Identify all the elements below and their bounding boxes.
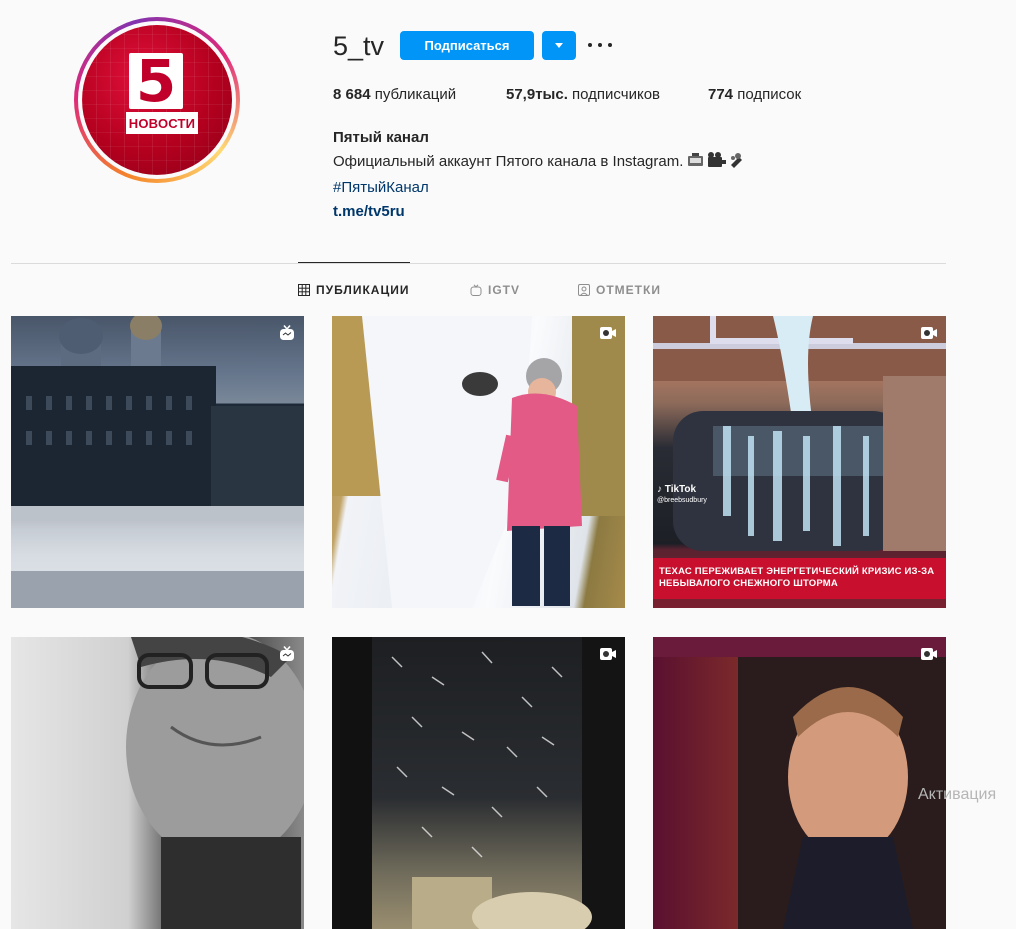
channel-logo-box: 5 — [129, 47, 183, 115]
more-options-button[interactable] — [588, 36, 612, 54]
posts-count: 8 684 — [333, 86, 371, 103]
following-count: 774 — [708, 86, 734, 103]
post-image-1 — [11, 316, 304, 608]
active-tab-indicator — [298, 262, 410, 263]
igtv-icon — [470, 284, 482, 296]
dot-icon — [608, 43, 612, 47]
followers-label: подписчиков — [572, 86, 661, 103]
post-thumbnail-1[interactable] — [11, 316, 304, 608]
profile-bio: Пятый канал Официальный аккаунт Пятого к… — [333, 126, 745, 224]
windows-activation-watermark: Активация — [918, 786, 997, 803]
post-thumbnail-4[interactable] — [11, 637, 304, 929]
tagged-icon — [578, 284, 590, 296]
channel-logo-number: 5 — [135, 47, 177, 115]
followers-stat[interactable]: 57,9тыс. подписчиков — [506, 86, 660, 103]
video-icon — [921, 648, 937, 660]
video-icon — [921, 327, 937, 339]
tab-posts[interactable]: ПУБЛИКАЦИИ — [298, 283, 409, 297]
emoji-icons — [687, 152, 745, 176]
post-caption-overlay: ТЕХАС ПЕРЕЖИВАЕТ ЭНЕРГЕТИЧЕСКИЙ КРИЗИС И… — [653, 558, 946, 599]
profile-description: Официальный аккаунт Пятого канала в Inst… — [333, 150, 745, 176]
profile-description-text: Официальный аккаунт Пятого канала в Inst… — [333, 153, 684, 170]
tiktok-handle: @breebsudbury — [657, 497, 707, 504]
tiktok-watermark: ♪ TikTok @breebsudbury — [657, 484, 707, 504]
profile-username: 5_tv — [333, 31, 385, 61]
channel-logo-text: НОВОСТИ — [126, 112, 198, 134]
follow-button[interactable]: Подписаться — [400, 31, 534, 60]
posts-label: публикаций — [374, 86, 457, 103]
post-image-5 — [332, 637, 625, 929]
avatar[interactable]: 5 НОВОСТИ — [82, 25, 232, 175]
profile-full-name: Пятый канал — [333, 129, 429, 146]
dot-icon — [598, 43, 602, 47]
tab-tagged-label: ОТМЕТКИ — [596, 283, 661, 297]
following-stat[interactable]: 774 подписок — [708, 86, 801, 103]
suggested-accounts-button[interactable] — [542, 31, 576, 60]
post-image-2 — [332, 316, 625, 608]
post-thumbnail-3[interactable]: ♪ TikTok @breebsudbury ТЕХАС ПЕРЕЖИВАЕТ … — [653, 316, 946, 608]
tab-igtv-label: IGTV — [488, 283, 521, 297]
profile-external-link[interactable]: t.me/tv5ru — [333, 200, 745, 224]
igtv-icon — [280, 324, 294, 340]
tabs-divider — [11, 263, 946, 264]
post-thumbnail-2[interactable] — [332, 316, 625, 608]
dot-icon — [588, 43, 592, 47]
tab-posts-label: ПУБЛИКАЦИИ — [316, 283, 410, 297]
video-icon — [600, 648, 616, 660]
grid-icon — [298, 284, 310, 296]
post-thumbnail-6[interactable] — [653, 637, 946, 929]
post-thumbnail-5[interactable] — [332, 637, 625, 929]
profile-hashtag-link[interactable]: #ПятыйКанал — [333, 176, 745, 200]
following-label: подписок — [737, 86, 802, 103]
tiktok-label: TikTok — [664, 484, 697, 495]
tab-igtv[interactable]: IGTV — [470, 283, 520, 297]
avatar-gap: 5 НОВОСТИ — [78, 21, 236, 179]
profile-avatar-ring[interactable]: 5 НОВОСТИ — [74, 17, 240, 183]
post-image-4 — [126, 637, 304, 929]
video-icon — [600, 327, 616, 339]
tiktok-icon: ♪ — [657, 484, 662, 495]
tab-tagged[interactable]: ОТМЕТКИ — [578, 283, 661, 297]
post-image-6 — [653, 637, 946, 929]
chevron-down-icon — [555, 43, 563, 48]
posts-stat: 8 684 публикаций — [333, 86, 456, 103]
followers-count: 57,9тыс. — [506, 86, 568, 103]
igtv-icon — [280, 645, 294, 661]
